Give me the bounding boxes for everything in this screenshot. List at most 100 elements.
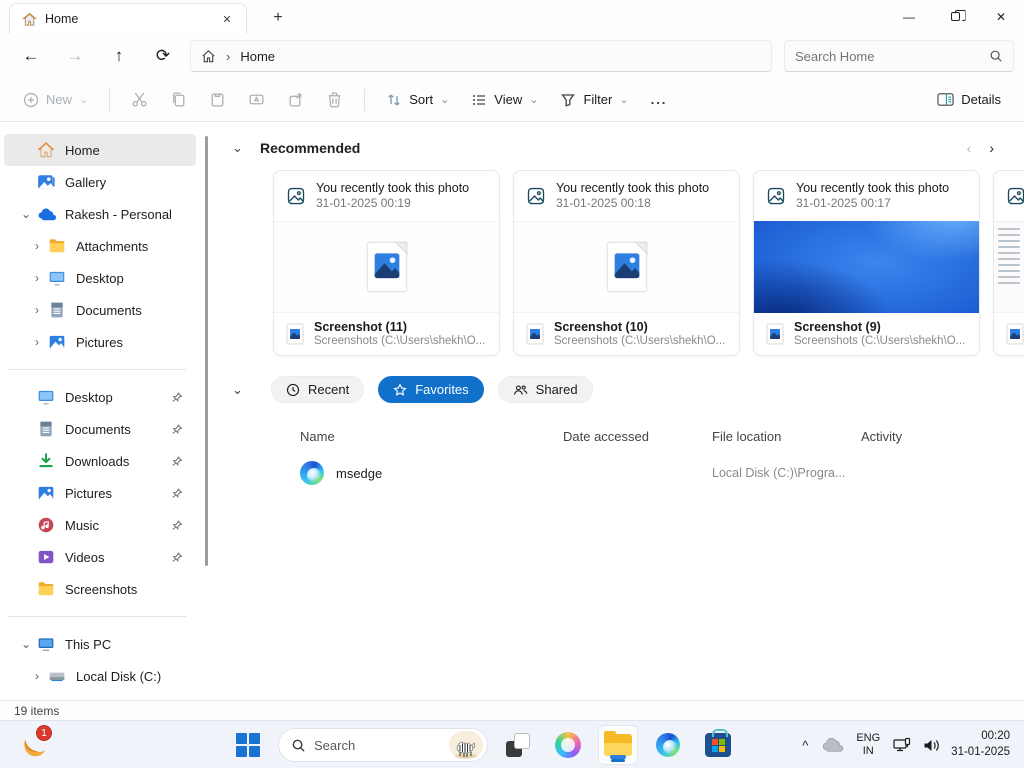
minimize-button[interactable]: —	[886, 0, 932, 33]
language-indicator[interactable]: ENG IN	[854, 732, 882, 758]
chevron-down-icon: ⌄	[619, 93, 628, 106]
title-bar: Home ✕ + — ✕	[0, 0, 1024, 34]
sidebar-item-music-pinned[interactable]: Music	[4, 509, 196, 541]
microsoft-store-button[interactable]	[698, 725, 738, 765]
delete-button[interactable]	[317, 83, 352, 117]
card-thumbnail-placeholder	[514, 221, 739, 313]
tab-recent[interactable]: Recent	[271, 376, 364, 403]
sidebar-item-label: Rakesh - Personal	[65, 207, 172, 222]
column-header-file-location[interactable]: File location	[712, 425, 861, 448]
copilot-button[interactable]	[548, 725, 588, 765]
volume-icon[interactable]	[922, 737, 941, 754]
notification-app-button[interactable]: 1	[14, 725, 54, 765]
chevron-right-icon[interactable]: ›	[27, 239, 47, 253]
items-count: 19 items	[14, 704, 59, 718]
zebra-image[interactable]	[449, 731, 483, 759]
tab-favorites[interactable]: Favorites	[378, 376, 483, 403]
sidebar-item-this-pc[interactable]: ⌄ This PC	[4, 628, 196, 660]
sidebar-item-screenshots[interactable]: Screenshots	[4, 573, 196, 605]
sidebar-item-desktop-pinned[interactable]: Desktop	[4, 381, 196, 413]
copy-button[interactable]	[161, 83, 196, 117]
cut-button[interactable]	[122, 83, 157, 117]
address-bar[interactable]: › Home	[190, 40, 772, 72]
forward-button[interactable]: →	[56, 39, 94, 73]
sidebar-item-pictures-onedrive[interactable]: › Pictures	[4, 326, 196, 358]
clock[interactable]: 00:20 31-01-2025	[951, 729, 1016, 760]
details-button[interactable]: Details	[928, 83, 1010, 117]
recommended-card[interactable]: You recently took this photo 31-01-2025 …	[513, 170, 740, 356]
explorer-tab-home[interactable]: Home ✕	[9, 3, 247, 34]
tab-shared[interactable]: Shared	[498, 376, 593, 403]
sidebar-item-downloads-pinned[interactable]: Downloads	[4, 445, 196, 477]
more-options-button[interactable]: ...	[642, 83, 677, 117]
sort-button[interactable]: Sort ⌄	[377, 83, 458, 117]
rename-button[interactable]	[239, 83, 274, 117]
chevron-down-icon[interactable]: ⌄	[16, 207, 36, 221]
search-input[interactable]: Search Home	[784, 40, 1014, 72]
card-filepath: Screenshots (C:\Users\shekh\O...	[554, 335, 725, 349]
sidebar-item-label: Pictures	[65, 486, 112, 501]
pin-icon	[166, 483, 186, 503]
recommended-card-partial[interactable]	[993, 170, 1024, 356]
onedrive-tray-icon[interactable]	[822, 737, 844, 753]
filter-button[interactable]: Filter ⌄	[551, 83, 637, 117]
sidebar-item-documents-pinned[interactable]: Documents	[4, 413, 196, 445]
chevron-down-icon[interactable]: ⌄	[16, 637, 36, 651]
collapse-chevron-icon[interactable]: ⌄	[232, 382, 256, 398]
music-icon	[36, 515, 56, 535]
sidebar-item-desktop-onedrive[interactable]: › Desktop	[4, 262, 196, 294]
sidebar-scrollbar[interactable]	[200, 122, 212, 700]
file-explorer-button[interactable]	[598, 725, 638, 765]
recommended-card[interactable]: You recently took this photo 31-01-2025 …	[273, 170, 500, 356]
carousel-right-icon[interactable]: ›	[989, 140, 994, 156]
collapse-chevron-icon[interactable]: ⌄	[232, 140, 256, 156]
sidebar-item-label: Desktop	[65, 390, 113, 405]
network-icon[interactable]	[892, 736, 912, 754]
close-button[interactable]: ✕	[978, 0, 1024, 33]
chevron-right-icon[interactable]: ›	[27, 303, 47, 317]
file-name: msedge	[336, 466, 382, 481]
task-view-button[interactable]	[498, 725, 538, 765]
card-header	[994, 171, 1024, 221]
restore-button[interactable]	[932, 0, 978, 33]
scrollbar-thumb[interactable]	[205, 136, 208, 566]
sidebar-item-home[interactable]: Home	[4, 134, 196, 166]
tray-chevron-up-icon[interactable]: ^	[798, 738, 812, 753]
file-row-msedge[interactable]: msedge Local Disk (C:)\Progra...	[212, 458, 1024, 488]
sidebar-item-gallery[interactable]: Gallery	[4, 166, 196, 198]
sidebar-item-onedrive[interactable]: ⌄ Rakesh - Personal	[4, 198, 196, 230]
chevron-right-icon[interactable]: ›	[27, 271, 47, 285]
start-button[interactable]	[228, 725, 268, 765]
breadcrumb[interactable]: Home	[240, 49, 275, 64]
sidebar-item-pictures-pinned[interactable]: Pictures	[4, 477, 196, 509]
up-button[interactable]: ↑	[100, 39, 138, 73]
column-header-activity[interactable]: Activity	[861, 425, 1024, 448]
sidebar-item-documents-onedrive[interactable]: › Documents	[4, 294, 196, 326]
pill-group: Recent Favorites Shared	[271, 376, 593, 403]
share-button[interactable]	[278, 83, 313, 117]
column-header-date-accessed[interactable]: Date accessed	[563, 425, 712, 448]
carousel-left-icon[interactable]: ‹	[967, 140, 972, 156]
view-button[interactable]: View ⌄	[462, 83, 547, 117]
taskbar-search[interactable]: Search	[278, 728, 488, 762]
new-button[interactable]: New ⌄	[14, 83, 97, 117]
file-name-cell: msedge	[300, 461, 563, 485]
tab-close-button[interactable]: ✕	[216, 8, 238, 30]
card-filename: Screenshot (11)	[314, 320, 485, 335]
sidebar-item-videos-pinned[interactable]: Videos	[4, 541, 196, 573]
sidebar-item-local-disk-c[interactable]: › Local Disk (C:)	[4, 660, 196, 692]
chevron-right-icon[interactable]: ›	[27, 669, 47, 683]
new-tab-button[interactable]: +	[263, 5, 293, 31]
recommended-card[interactable]: You recently took this photo 31-01-2025 …	[753, 170, 980, 356]
pin-icon	[166, 387, 186, 407]
chevron-right-icon[interactable]: ›	[27, 335, 47, 349]
refresh-button[interactable]: ⟳	[144, 39, 182, 73]
paste-button[interactable]	[200, 83, 235, 117]
sidebar-item-attachments[interactable]: › Attachments	[4, 230, 196, 262]
downloads-icon	[36, 451, 56, 471]
document-icon	[47, 300, 67, 320]
column-header-name[interactable]: Name	[300, 425, 563, 448]
back-button[interactable]: ←	[12, 39, 50, 73]
edge-button[interactable]	[648, 725, 688, 765]
file-location-cell: Local Disk (C:)\Progra...	[712, 466, 861, 480]
